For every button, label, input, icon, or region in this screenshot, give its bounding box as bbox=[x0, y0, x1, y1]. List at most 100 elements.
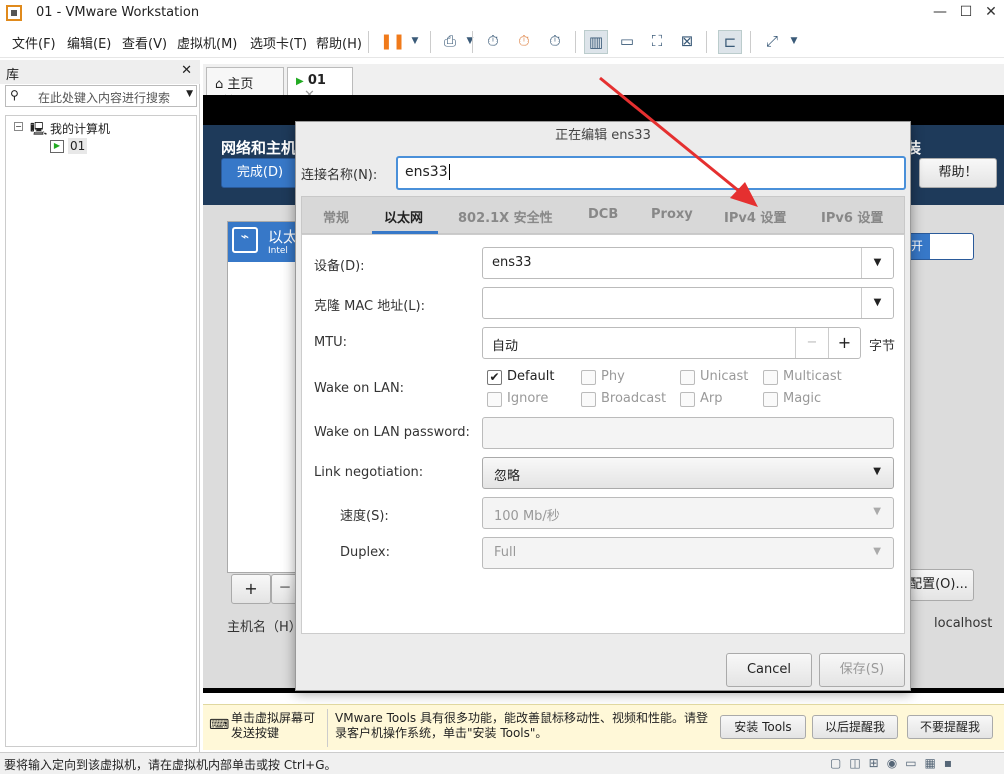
menu-vm[interactable]: 虚拟机(M) bbox=[177, 33, 237, 52]
ethernet-tab-content: 设备(D): ens33 ▼ 克隆 MAC 地址(L): ▼ MTU: 自动 −… bbox=[301, 234, 905, 634]
collapse-icon[interactable]: − bbox=[14, 122, 23, 131]
dropdown-icon[interactable]: ▼ bbox=[403, 30, 427, 54]
wol-unicast-checkbox[interactable] bbox=[680, 370, 695, 385]
tab-vm[interactable]: ▶ 01 ✕ bbox=[287, 67, 353, 103]
title-bar: 01 - VMware Workstation — ☐ ✕ bbox=[0, 0, 1004, 26]
toggle-switch[interactable]: 开 bbox=[903, 233, 974, 260]
fullscreen-icon[interactable]: ⛶ bbox=[645, 30, 669, 54]
install-tools-button[interactable]: 安装 Tools bbox=[720, 715, 806, 739]
interface-item[interactable]: ⌁ 以太 Intel bbox=[228, 222, 298, 262]
interface-name: 以太 bbox=[268, 228, 299, 246]
tree-item-vm[interactable]: 01 bbox=[68, 138, 88, 154]
interface-list: ⌁ 以太 Intel bbox=[227, 221, 299, 573]
search-dropdown-icon[interactable]: ▼ bbox=[186, 89, 193, 99]
terminal-icon[interactable]: ⊏ bbox=[718, 30, 742, 54]
wol-ignore-label: Ignore bbox=[507, 391, 549, 406]
wol-unicast-label: Unicast bbox=[700, 369, 749, 384]
wol-password-label: Wake on LAN password: bbox=[314, 425, 470, 440]
speed-value: 100 Mb/秒 bbox=[494, 509, 560, 524]
speed-select[interactable]: 100 Mb/秒 ▼ bbox=[482, 497, 894, 529]
annotation-arrow bbox=[599, 76, 758, 207]
menu-bar: 文件(F) 编辑(E) 查看(V) 虚拟机(M) 选项卡(T) 帮助(H) ❚❚… bbox=[0, 26, 1004, 58]
snapshot-manager-icon[interactable]: ⏱ bbox=[543, 30, 567, 54]
mtu-unit: 字节 bbox=[869, 339, 896, 354]
sidebar-view-icon[interactable]: ▥ bbox=[584, 30, 608, 54]
close-icon[interactable]: ✕ bbox=[181, 63, 192, 78]
wol-arp-checkbox[interactable] bbox=[680, 392, 695, 407]
wol-multicast-label: Multicast bbox=[783, 369, 842, 384]
duplex-value: Full bbox=[494, 545, 517, 560]
tools-notification: ⌨ 单击虚拟屏幕可发送按键 VMware Tools 具有很多功能，能改善鼠标移… bbox=[203, 704, 1004, 750]
wol-broadcast-checkbox[interactable] bbox=[581, 392, 596, 407]
dropdown-icon[interactable]: ▼ bbox=[458, 30, 482, 54]
help-button[interactable]: 帮助！ bbox=[919, 158, 997, 188]
duplex-select[interactable]: Full ▼ bbox=[482, 537, 894, 569]
hostname-value: localhost bbox=[934, 616, 993, 631]
tab-8021x[interactable]: 802.1X 安全性 bbox=[458, 207, 553, 226]
wol-broadcast-label: Broadcast bbox=[601, 391, 667, 406]
device-value: ens33 bbox=[492, 255, 532, 270]
cancel-button[interactable]: Cancel bbox=[726, 653, 812, 687]
status-bar: 要将输入定向到该虚拟机，请在虚拟机内部单击或按 Ctrl+G。 ▢◫⊞◉▭▦▪ bbox=[0, 752, 1004, 774]
computer-icon: 🖳 bbox=[30, 122, 48, 137]
chevron-down-icon: ▼ bbox=[873, 546, 881, 557]
tab-general[interactable]: 常规 bbox=[323, 207, 349, 226]
home-icon: ⌂ bbox=[215, 77, 224, 92]
link-negotiation-select[interactable]: 忽略 ▼ bbox=[482, 457, 894, 489]
wol-label: Wake on LAN: bbox=[314, 381, 405, 396]
tab-ethernet[interactable]: 以太网 bbox=[384, 207, 423, 226]
search-placeholder: 在此处键入内容进行搜索 bbox=[38, 91, 171, 105]
console-view-icon[interactable]: ▭ bbox=[615, 30, 639, 54]
link-negotiation-label: Link negotiation: bbox=[314, 465, 424, 480]
revert-snapshot-icon[interactable]: ⏱ bbox=[512, 30, 536, 54]
menu-edit[interactable]: 编辑(E) bbox=[67, 33, 111, 52]
mtu-value: 自动 bbox=[492, 339, 519, 354]
mtu-label: MTU: bbox=[314, 335, 348, 350]
chevron-down-icon: ▼ bbox=[873, 466, 881, 477]
interface-desc: Intel bbox=[268, 246, 288, 256]
never-remind-button[interactable]: 不要提醒我 bbox=[907, 715, 993, 739]
wol-password-input[interactable] bbox=[482, 417, 894, 449]
library-search-input[interactable]: ⚲ 在此处键入内容进行搜索 ▼ bbox=[5, 85, 197, 107]
tree-item-my-computer[interactable]: 我的计算机 bbox=[50, 120, 110, 137]
library-panel: 库 ✕ ⚲ 在此处键入内容进行搜索 ▼ − 🖳 我的计算机 ▶ 01 bbox=[0, 60, 200, 752]
menu-help[interactable]: 帮助(H) bbox=[316, 33, 362, 52]
vm-running-icon: ▶ bbox=[296, 76, 304, 87]
snapshot-icon[interactable]: ⏱ bbox=[481, 30, 505, 54]
close-button[interactable]: ✕ bbox=[976, 0, 1004, 26]
save-button[interactable]: 保存(S) bbox=[819, 653, 905, 687]
window-title: 01 - VMware Workstation bbox=[36, 5, 200, 20]
unity-icon[interactable]: ⊠ bbox=[675, 30, 699, 54]
done-button[interactable]: 完成(D) bbox=[221, 158, 299, 188]
menu-tabs[interactable]: 选项卡(T) bbox=[250, 33, 307, 52]
tab-ipv6[interactable]: IPv6 设置 bbox=[821, 207, 883, 226]
chevron-down-icon: ▼ bbox=[861, 248, 893, 278]
pause-icon[interactable]: ❚❚ bbox=[380, 30, 405, 54]
wol-phy-checkbox[interactable] bbox=[581, 370, 596, 385]
wol-default-label: Default bbox=[507, 369, 555, 384]
menu-view[interactable]: 查看(V) bbox=[122, 33, 167, 52]
mac-select[interactable]: ▼ bbox=[482, 287, 894, 319]
tab-home[interactable]: ⌂ 主页 ✕ bbox=[206, 67, 284, 107]
divider bbox=[327, 709, 328, 747]
wol-default-checkbox[interactable]: ✔ bbox=[487, 370, 502, 385]
mtu-spin[interactable]: 自动 − + bbox=[482, 327, 861, 359]
configure-button[interactable]: 配置(O)... bbox=[903, 569, 974, 601]
wol-multicast-checkbox[interactable] bbox=[763, 370, 778, 385]
status-text: 要将输入定向到该虚拟机，请在虚拟机内部单击或按 Ctrl+G。 bbox=[4, 758, 337, 772]
mac-label: 克隆 MAC 地址(L): bbox=[314, 299, 425, 314]
add-interface-button[interactable]: + bbox=[231, 574, 271, 604]
dropdown-icon[interactable]: ▼ bbox=[782, 30, 806, 54]
remind-later-button[interactable]: 以后提醒我 bbox=[812, 715, 898, 739]
menu-file[interactable]: 文件(F) bbox=[12, 33, 56, 52]
speed-label: 速度(S): bbox=[340, 509, 389, 524]
duplex-label: Duplex: bbox=[340, 545, 390, 560]
mtu-decrement-button[interactable]: − bbox=[795, 328, 828, 358]
wol-magic-checkbox[interactable] bbox=[763, 392, 778, 407]
wol-arp-label: Arp bbox=[700, 391, 723, 406]
network-header-title: 网络和主机 bbox=[221, 139, 297, 157]
mtu-increment-button[interactable]: + bbox=[828, 328, 860, 358]
device-select[interactable]: ens33 ▼ bbox=[482, 247, 894, 279]
wol-ignore-checkbox[interactable] bbox=[487, 392, 502, 407]
stretch-icon[interactable]: ⤢ bbox=[760, 30, 784, 54]
